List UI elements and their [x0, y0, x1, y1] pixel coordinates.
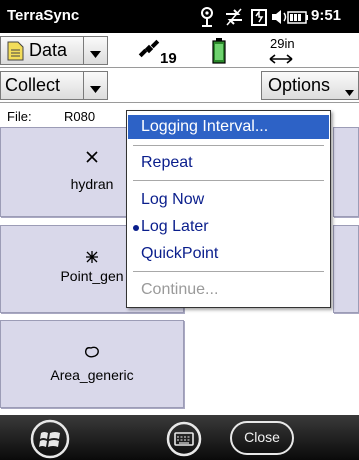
clock[interactable]: 9:51 [311, 7, 341, 24]
app-title[interactable]: TerraSync [7, 7, 79, 24]
satellite-count: 19 [160, 50, 177, 67]
feature-tile-area-generic[interactable]: Area_generic [0, 320, 184, 408]
menu-item-repeat[interactable]: Repeat [128, 151, 329, 175]
toolbar-divider [0, 102, 359, 103]
menu-item-label: Continue... [141, 281, 219, 298]
close-button[interactable]: Close [230, 421, 294, 455]
dropdown-arrow-icon [90, 46, 101, 64]
toolbar-divider [0, 67, 359, 68]
tile-label: Area_generic [50, 367, 134, 383]
file-label: File: [7, 109, 32, 124]
menu-item-logging-interval[interactable]: Logging Interval... [128, 115, 329, 139]
section-label: Data [29, 40, 68, 60]
menu-item-label: Log Now [141, 191, 205, 208]
section-dropdown[interactable]: Data [0, 36, 108, 65]
area-icon [1, 345, 183, 363]
keyboard-icon[interactable] [166, 421, 202, 460]
menu-item-label: Logging Interval... [141, 118, 269, 135]
menu-separator [133, 145, 324, 146]
connectivity-icon[interactable] [223, 6, 245, 33]
menu-item-log-later[interactable]: Log Later [128, 215, 329, 239]
menu-separator [133, 271, 324, 272]
dropdown-divider [83, 37, 84, 64]
mode-label: Collect [5, 75, 61, 95]
mode-dropdown[interactable]: Collect [0, 71, 108, 100]
options-menu: Logging Interval... Repeat Log Now Log L… [126, 110, 331, 308]
document-icon [7, 41, 24, 66]
signal-icon[interactable] [198, 6, 216, 33]
distance-value: 29in [270, 36, 295, 51]
menu-item-continue[interactable]: Continue... [128, 278, 329, 302]
dropdown-divider [83, 72, 84, 99]
windows-start-icon[interactable] [30, 419, 70, 460]
menu-item-label: QuickPoint [141, 245, 219, 262]
battery-level-icon[interactable] [212, 38, 226, 69]
close-label: Close [244, 429, 280, 445]
options-label: Options [268, 75, 331, 95]
selected-bullet-icon [133, 225, 139, 231]
menu-item-log-now[interactable]: Log Now [128, 188, 329, 212]
menu-separator [133, 180, 324, 181]
file-name: R080 [64, 109, 96, 124]
status-bar: TerraSync 9:51 [0, 0, 359, 33]
dropdown-arrow-icon [90, 81, 101, 99]
satellite-icon[interactable] [138, 39, 160, 64]
battery-icon[interactable] [287, 6, 309, 33]
menu-item-label: Log Later [141, 218, 209, 235]
feature-tile-partial[interactable] [333, 225, 359, 313]
menu-item-quickpoint[interactable]: QuickPoint [128, 242, 329, 266]
battery-charging-icon[interactable] [249, 6, 269, 33]
bottom-bar: Close [0, 415, 359, 460]
dropdown-arrow-icon [345, 83, 354, 101]
menu-item-label: Repeat [141, 154, 193, 171]
feature-tile-partial[interactable] [333, 127, 359, 217]
options-button[interactable]: Options [261, 71, 359, 100]
